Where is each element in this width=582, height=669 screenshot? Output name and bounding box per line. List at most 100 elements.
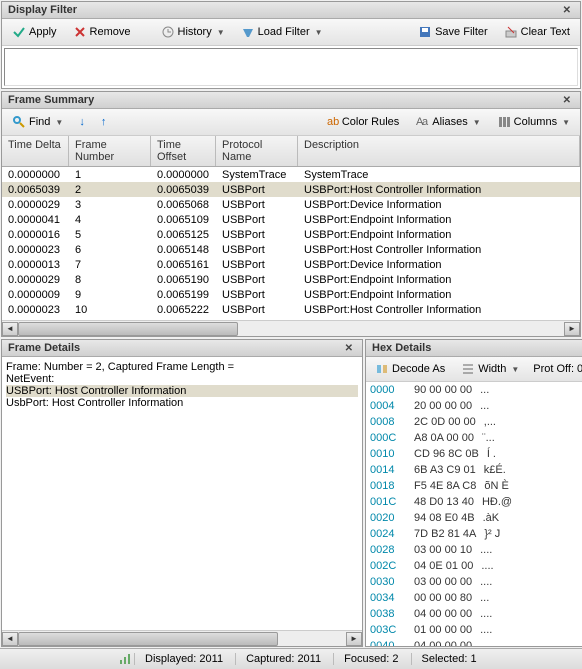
h-scrollbar[interactable]: ◄ ► (2, 630, 362, 646)
hex-row[interactable]: 003C01 00 00 00.... (370, 624, 582, 640)
history-icon (161, 25, 175, 39)
clear-text-button[interactable]: Clear Text (498, 22, 576, 42)
status-selected: Selected: 1 (411, 653, 487, 665)
apply-icon (12, 25, 26, 39)
find-button[interactable]: Find▼ (6, 112, 69, 132)
chevron-down-icon: ▼ (473, 118, 481, 127)
chevron-down-icon: ▼ (55, 118, 63, 127)
detail-line[interactable]: Frame: Number = 2, Captured Frame Length… (6, 361, 358, 373)
table-row[interactable]: 0.000002360.0065148USBPortUSBPort:Host C… (2, 242, 580, 257)
color-rules-button[interactable]: ab Color Rules (319, 112, 405, 132)
table-row[interactable]: 0.000002930.0065068USBPortUSBPort:Device… (2, 197, 580, 212)
columns-icon (497, 115, 511, 129)
clear-icon (504, 25, 518, 39)
hex-row[interactable]: 0018F5 4E 8A C8õN È (370, 480, 582, 496)
scroll-left-icon[interactable]: ◄ (2, 632, 18, 646)
hex-body[interactable]: 000090 00 00 00...000420 00 00 00...0008… (366, 382, 582, 646)
arrow-down-button[interactable]: ↓ (73, 113, 91, 131)
close-icon[interactable]: ✕ (560, 5, 574, 16)
status-captured: Captured: 2011 (235, 653, 331, 665)
aliases-button[interactable]: Aa Aliases ▼ (409, 112, 486, 132)
hex-row[interactable]: 00247D B2 81 4A}² J (370, 528, 582, 544)
hex-row[interactable]: 00082C 0D 00 00,... (370, 416, 582, 432)
detail-line[interactable]: USBPort: Host Controller Information (6, 385, 358, 397)
remove-button[interactable]: Remove (67, 22, 137, 42)
svg-text:a: a (422, 116, 429, 128)
prot-off-label: Prot Off: 0 (0x (529, 363, 582, 375)
chevron-down-icon: ▼ (315, 28, 323, 37)
table-row[interactable]: 0.000004140.0065109USBPortUSBPort:Endpoi… (2, 212, 580, 227)
hex-toolbar: Decode As Width ▼ Prot Off: 0 (0x (366, 357, 582, 382)
chevron-down-icon: ▼ (217, 28, 225, 37)
load-filter-button[interactable]: Load Filter ▼ (235, 22, 329, 42)
table-row[interactable]: 0.000000010.0000000SystemTraceSystemTrac… (2, 167, 580, 182)
hex-row[interactable]: 002094 08 E0 4B .àK (370, 512, 582, 528)
status-focused: Focused: 2 (333, 653, 408, 665)
scroll-right-icon[interactable]: ► (564, 322, 580, 336)
col-time-delta[interactable]: Time Delta (2, 136, 69, 166)
width-icon (461, 362, 475, 376)
hex-row[interactable]: 002803 00 00 10.... (370, 544, 582, 560)
col-description[interactable]: Description (298, 136, 580, 166)
close-icon[interactable]: ✕ (342, 343, 356, 354)
hex-row[interactable]: 001C48 D0 13 40HÐ.@ (370, 496, 582, 512)
save-label: Save Filter (435, 26, 488, 38)
remove-label: Remove (90, 26, 131, 38)
scroll-right-icon[interactable]: ► (346, 632, 362, 646)
grid-body[interactable]: 0.000000010.0000000SystemTraceSystemTrac… (2, 167, 580, 320)
filter-title: Display Filter (8, 4, 77, 16)
filter-input[interactable] (4, 48, 578, 86)
scroll-left-icon[interactable]: ◄ (2, 322, 18, 336)
width-button[interactable]: Width ▼ (455, 359, 525, 379)
chevron-down-icon: ▼ (511, 365, 519, 374)
arrow-up-button[interactable]: ↑ (95, 113, 113, 131)
hex-row[interactable]: 000420 00 00 00... (370, 400, 582, 416)
table-row[interactable]: 0.006503920.0065039USBPortUSBPort:Host C… (2, 182, 580, 197)
table-row[interactable]: 0.000002980.0065190USBPortUSBPort:Endpoi… (2, 272, 580, 287)
hex-row[interactable]: 004004 00 00 00.... (370, 640, 582, 646)
status-displayed: Displayed: 2011 (134, 653, 233, 665)
table-row[interactable]: 0.000001370.0065161USBPortUSBPort:Device… (2, 257, 580, 272)
detail-line[interactable]: NetEvent: (6, 373, 358, 385)
hex-row[interactable]: 003400 00 00 80... (370, 592, 582, 608)
detail-line[interactable]: UsbPort: Host Controller Information (6, 397, 358, 409)
decode-as-button[interactable]: Decode As (369, 359, 451, 379)
columns-label: Columns (514, 116, 557, 128)
load-label: Load Filter (258, 26, 310, 38)
remove-icon (73, 25, 87, 39)
width-label: Width (478, 363, 506, 375)
table-row[interactable]: 0.0000023100.0065222USBPortUSBPort:Host … (2, 302, 580, 317)
hex-row[interactable]: 0010CD 96 8C 0BÍ . (370, 448, 582, 464)
hex-row[interactable]: 00146B A3 C9 01k£É. (370, 464, 582, 480)
table-row[interactable]: 0.000000990.0065199USBPortUSBPort:Endpoi… (2, 287, 580, 302)
col-protocol-name[interactable]: Protocol Name (216, 136, 298, 166)
svg-text:ab: ab (327, 116, 339, 128)
summary-toolbar: Find▼ ↓ ↑ ab Color Rules Aa Aliases ▼ Col… (2, 109, 580, 136)
load-icon (241, 25, 255, 39)
hex-row[interactable]: 002C04 0E 01 00.... (370, 560, 582, 576)
h-scrollbar[interactable]: ◄ ► (2, 320, 580, 336)
apply-button[interactable]: Apply (6, 22, 63, 42)
decode-label: Decode As (392, 363, 445, 375)
hex-row[interactable]: 000CA8 0A 00 00¨... (370, 432, 582, 448)
col-time-offset[interactable]: Time Offset (151, 136, 216, 166)
aliases-label: Aliases (432, 116, 467, 128)
hex-row[interactable]: 003804 00 00 00.... (370, 608, 582, 624)
history-label: History (178, 26, 212, 38)
apply-label: Apply (29, 26, 57, 38)
close-icon[interactable]: ✕ (560, 95, 574, 106)
filter-toolbar: Apply Remove History ▼ Load Filter ▼ Save … (2, 19, 580, 46)
status-bar: Displayed: 2011 Captured: 2011 Focused: … (0, 648, 582, 669)
hex-row[interactable]: 000090 00 00 00... (370, 384, 582, 400)
table-row[interactable]: 0.000001650.0065125USBPortUSBPort:Endpoi… (2, 227, 580, 242)
hex-row[interactable]: 003003 00 00 00.... (370, 576, 582, 592)
save-icon (418, 25, 432, 39)
aliases-icon: Aa (415, 115, 429, 129)
col-frame-number[interactable]: Frame Number (69, 136, 151, 166)
hex-title: Hex Details (372, 342, 431, 354)
history-button[interactable]: History ▼ (155, 22, 231, 42)
frame-details-body[interactable]: Frame: Number = 2, Captured Frame Length… (2, 357, 362, 630)
decode-icon (375, 362, 389, 376)
save-filter-button[interactable]: Save Filter (412, 22, 494, 42)
columns-button[interactable]: Columns▼ (491, 112, 576, 132)
